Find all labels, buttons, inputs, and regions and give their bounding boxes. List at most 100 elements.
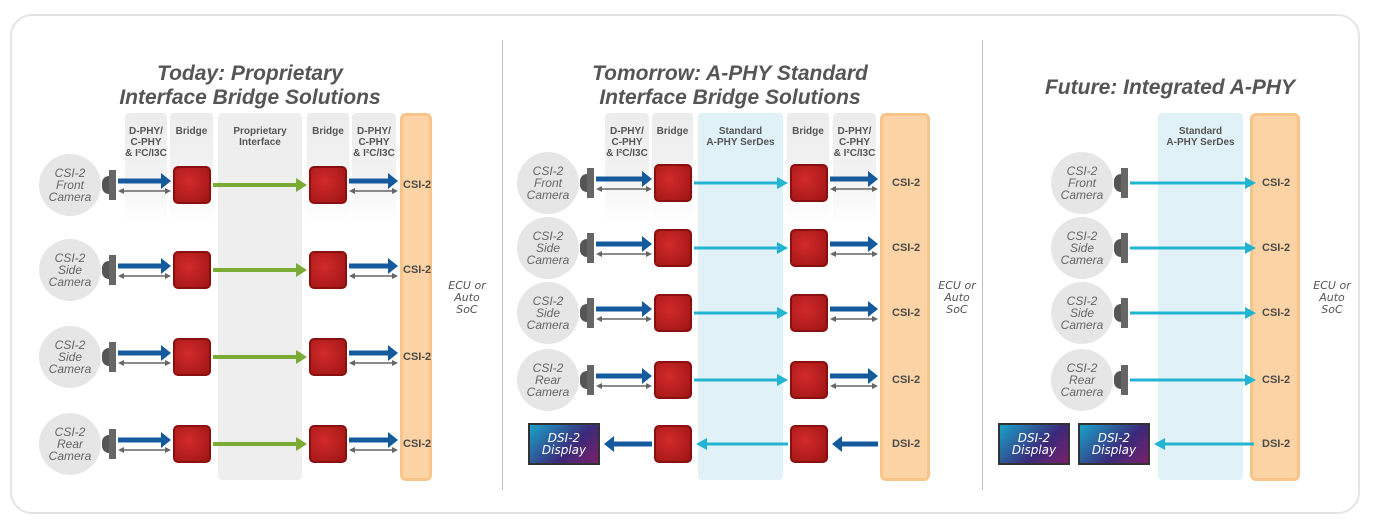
divider [502, 40, 503, 490]
soc-port-label: CSI-2 [403, 351, 432, 363]
column-header: D-PHY/C-PHY & I²C/I3C [121, 126, 171, 159]
text-line: Display [1091, 443, 1137, 457]
column-header: Bridge [648, 126, 697, 137]
text-line: A-PHY SerDes [706, 137, 775, 148]
camera-lens-icon [1114, 233, 1128, 263]
text-line: Camera [1060, 188, 1104, 202]
label: CSI-2 Front Camera [1061, 165, 1104, 201]
bridge-chip [173, 251, 211, 289]
text-line: Bridge [175, 126, 208, 137]
column-band [1158, 113, 1243, 480]
text-line: Camera [1060, 318, 1104, 332]
text-line: A-PHY SerDes [1166, 137, 1235, 148]
camera: CSI-2 Side Camera [39, 326, 101, 388]
label: CSI-2 Front Camera [49, 167, 92, 203]
text-line: Camera [526, 318, 570, 332]
text-line: & I²C/I3C [353, 148, 395, 159]
text-line: Standard [1178, 126, 1223, 137]
ecu-label: ECU or Auto SoC [442, 280, 492, 316]
camera-lens-icon [1114, 365, 1128, 395]
camera: CSI-2 Front Camera [1051, 152, 1113, 214]
column-header: Bridge [303, 126, 353, 137]
label: DSI-2 Display [1092, 432, 1136, 456]
column-band [698, 113, 783, 480]
camera-lens-icon [102, 170, 116, 200]
text-line: Proprietary [233, 126, 287, 137]
ecu-label: ECU or Auto SoC [1307, 280, 1357, 316]
text-line: SoC [1321, 303, 1343, 316]
text-line: SoC [456, 303, 478, 316]
text-line: Camera [48, 275, 92, 289]
column-header: Standard A-PHY SerDes [1154, 126, 1247, 148]
text-line: Bridge [312, 126, 344, 137]
camera-lens-icon [102, 429, 116, 459]
soc-port-label: CSI-2 [403, 179, 432, 191]
text-line: Future: Integrated A-PHY [1044, 76, 1296, 99]
soc-port-label: CSI-2 [1262, 307, 1291, 319]
bridge-chip [173, 425, 211, 463]
column-header: Bridge [783, 126, 833, 137]
bridge-chip [790, 361, 828, 399]
text-line: D-PHY/ [357, 126, 391, 137]
text-line: Camera [48, 190, 92, 204]
column-header: D-PHY/C-PHY & I²C/I3C [829, 126, 880, 159]
camera-lens-icon [580, 233, 594, 263]
text-line: Display [1011, 443, 1057, 457]
label: DSI-2 Display [542, 432, 586, 456]
bridge-chip [790, 164, 828, 202]
text-line: Camera [1060, 385, 1104, 399]
soc-bar [1250, 113, 1300, 481]
label: CSI-2 Side Camera [1061, 230, 1104, 266]
bridge-chip [790, 425, 828, 463]
soc-port-label: DSI-2 [1262, 438, 1291, 450]
text-line: C-PHY [358, 137, 390, 148]
label: CSI-2 Side Camera [527, 295, 570, 331]
column-header: Proprietary Interface [214, 126, 306, 148]
camera: CSI-2 Side Camera [517, 282, 579, 344]
camera: CSI-2 Front Camera [39, 154, 101, 216]
text-line: Interface Bridge Solutions [599, 86, 861, 109]
soc-bar [880, 113, 930, 481]
label: CSI-2 Front Camera [527, 165, 570, 201]
dsi-display: DSI-2 Display [528, 423, 600, 465]
bridge-chip [654, 164, 692, 202]
text-line: Display [541, 443, 587, 457]
text-line: Bridge [656, 126, 689, 137]
label: CSI-2 Side Camera [49, 252, 92, 288]
dsi-display: DSI-2 Display [1078, 423, 1150, 465]
text-line: Camera [48, 362, 92, 376]
label: CSI-2 Side Camera [527, 230, 570, 266]
label: CSI-2 Rear Camera [527, 362, 570, 398]
camera: CSI-2 Rear Camera [39, 413, 101, 475]
soc-port-label: DSI-2 [892, 438, 921, 450]
panel-title: Future: Integrated A-PHY [990, 76, 1350, 100]
soc-port-label: CSI-2 [403, 264, 432, 276]
column-header: D-PHY/C-PHY & I²C/I3C [348, 126, 400, 159]
bridge-chip [790, 294, 828, 332]
camera: CSI-2 Side Camera [1051, 282, 1113, 344]
camera-lens-icon [102, 255, 116, 285]
camera-lens-icon [102, 342, 116, 372]
bridge-chip [654, 229, 692, 267]
text-line: Interface Bridge Solutions [119, 86, 381, 109]
bridge-chip [173, 338, 211, 376]
column-header: D-PHY/C-PHY & I²C/I3C [601, 126, 653, 159]
camera-lens-icon [580, 365, 594, 395]
dsi-display: DSI-2 Display [998, 423, 1070, 465]
text-line: D-PHY/ [129, 126, 163, 137]
soc-port-label: CSI-2 [892, 307, 921, 319]
text-line: C-PHY [838, 137, 871, 148]
panel-title: Today: Proprietary Interface Bridge Solut… [30, 62, 470, 110]
soc-port-label: CSI-2 [1262, 177, 1291, 189]
camera: CSI-2 Side Camera [39, 239, 101, 301]
panel-title: Tomorrow: A-PHY Standard Interface Bridge… [510, 62, 950, 110]
bridge-chip [654, 294, 692, 332]
text-line: & I²C/I3C [606, 148, 648, 159]
soc-port-label: CSI-2 [892, 242, 921, 254]
camera-lens-icon [580, 298, 594, 328]
text-line: Camera [526, 188, 570, 202]
ecu-label: ECU or Auto SoC [932, 280, 982, 316]
camera: CSI-2 Side Camera [517, 217, 579, 279]
soc-port-label: CSI-2 [403, 438, 432, 450]
text-line: Camera [1060, 253, 1104, 267]
